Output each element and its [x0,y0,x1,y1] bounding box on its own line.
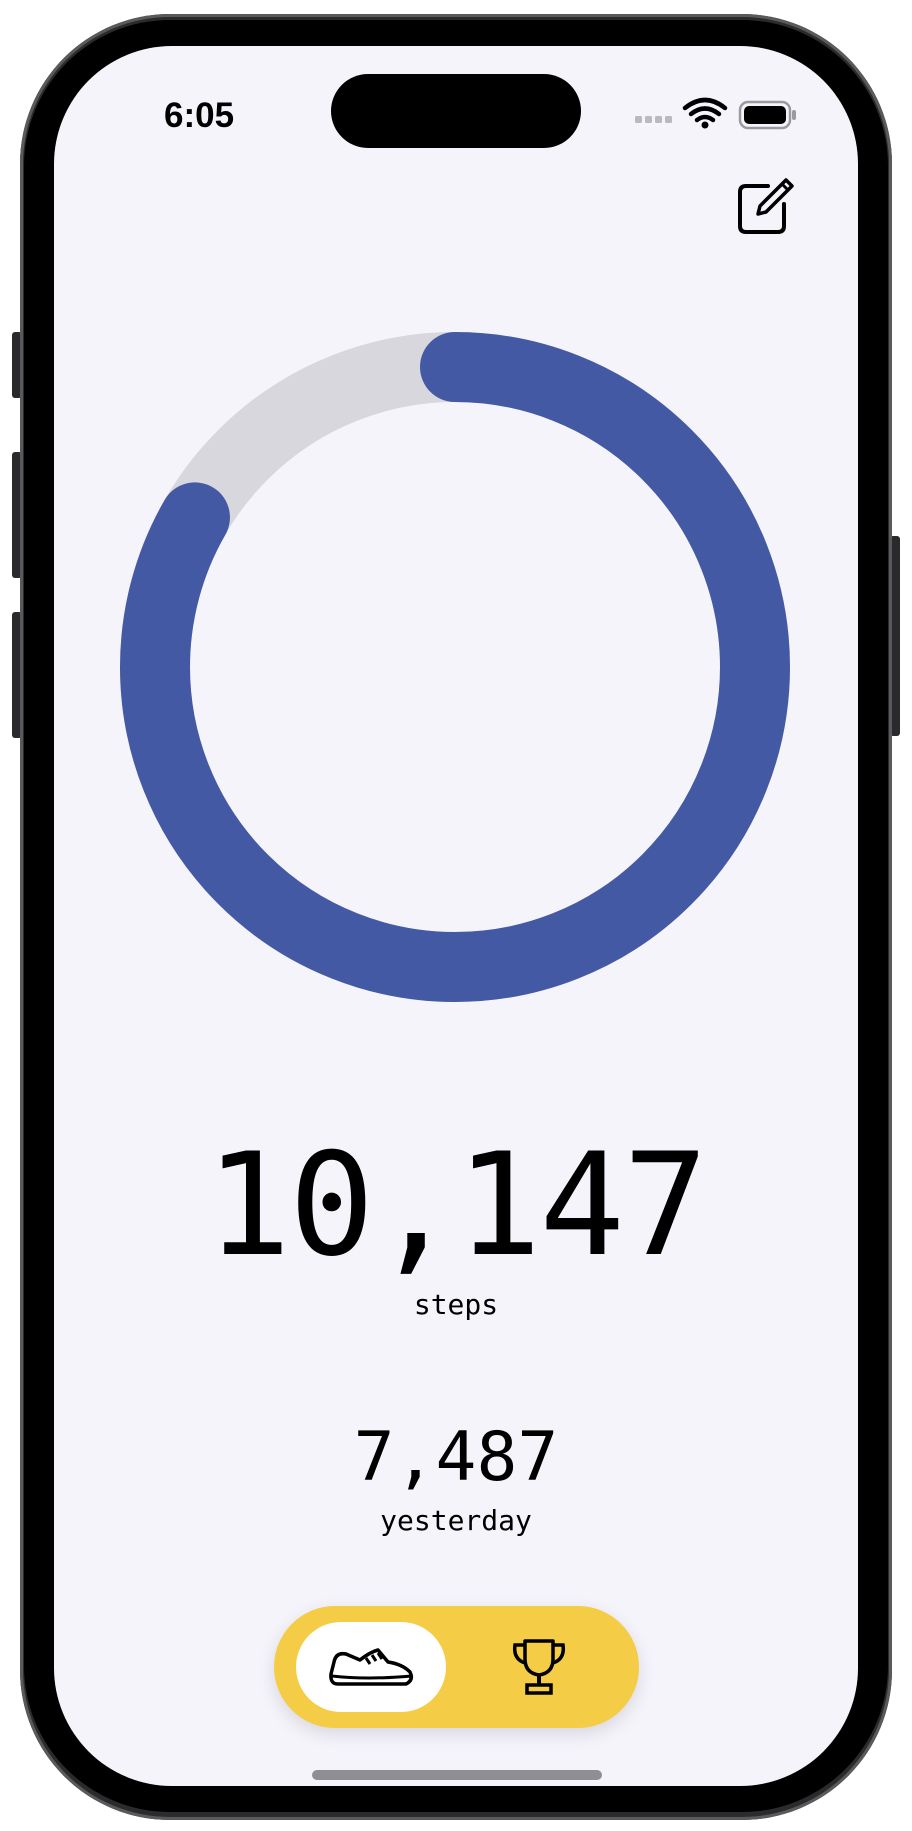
app-screen: 6:05 10,147 steps 7,487 yesterday [54,46,858,1786]
tab-bar [274,1606,639,1728]
dynamic-island [331,74,581,148]
home-indicator [312,1770,602,1780]
battery-icon [738,100,796,130]
status-icons [629,96,799,132]
shoe-icon [329,1648,414,1686]
today-step-count: 10,147 [205,1123,709,1288]
status-time: 6:05 [164,96,235,135]
wifi-icon [682,97,728,123]
square-and-pencil-icon [738,178,794,234]
edit-button[interactable] [730,176,794,240]
tab-steps[interactable] [296,1622,446,1712]
tab-achievements[interactable] [474,1622,604,1712]
today-step-caption: steps [413,1288,499,1321]
cellular-signal-icon [635,116,672,123]
yesterday-step-count: 7,487 [353,1418,559,1497]
yesterday-caption: yesterday [380,1504,532,1537]
trophy-icon [512,1639,566,1695]
step-progress-ring [120,332,790,1002]
